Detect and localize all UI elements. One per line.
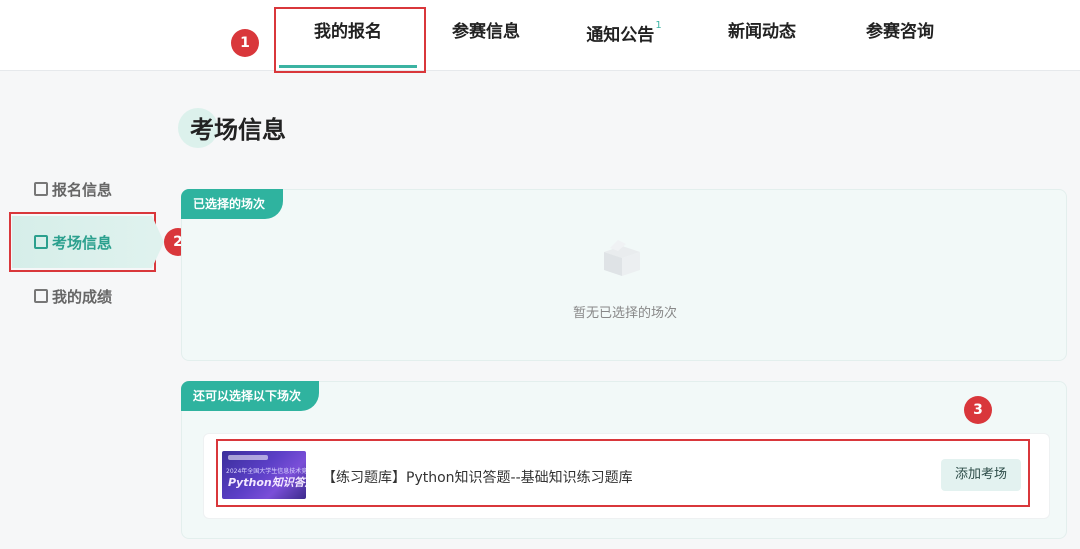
nav-news[interactable]: 新闻动态 (693, 0, 831, 70)
marker-3: 3 (964, 396, 992, 424)
nav-competition-info[interactable]: 参赛信息 (417, 0, 555, 70)
notice-count-badge: 1 (655, 20, 662, 31)
nav-label: 通知公告 (586, 25, 655, 46)
highlight-box-session (216, 439, 1030, 507)
nav-notices[interactable]: 通知公告1 (555, 0, 693, 70)
nav-label: 参赛信息 (452, 22, 520, 42)
room-icon (34, 235, 48, 249)
edit-icon (34, 182, 48, 196)
nav-label: 新闻动态 (728, 22, 796, 42)
top-nav: 我的报名 参赛信息 通知公告1 新闻动态 参赛咨询 (0, 0, 1080, 71)
marker-1: 1 (231, 29, 259, 57)
sidebar-item-exam-room-info[interactable]: 考场信息 (12, 216, 164, 268)
nav-label: 参赛咨询 (866, 22, 934, 42)
nav-consult[interactable]: 参赛咨询 (831, 0, 969, 70)
highlight-box-nav (274, 7, 426, 73)
sidebar-item-registration-info[interactable]: 报名信息 (34, 178, 112, 200)
sidebar-item-label: 报名信息 (52, 180, 113, 199)
sidebar-item-label: 考场信息 (52, 233, 113, 252)
page-title: 考场信息 (190, 116, 286, 144)
score-icon (34, 289, 48, 303)
empty-box-icon (604, 240, 640, 276)
selected-sessions-tag: 已选择的场次 (181, 189, 284, 219)
available-sessions-tag: 还可以选择以下场次 (181, 381, 320, 411)
empty-sessions-text: 暂无已选择的场次 (572, 306, 677, 321)
